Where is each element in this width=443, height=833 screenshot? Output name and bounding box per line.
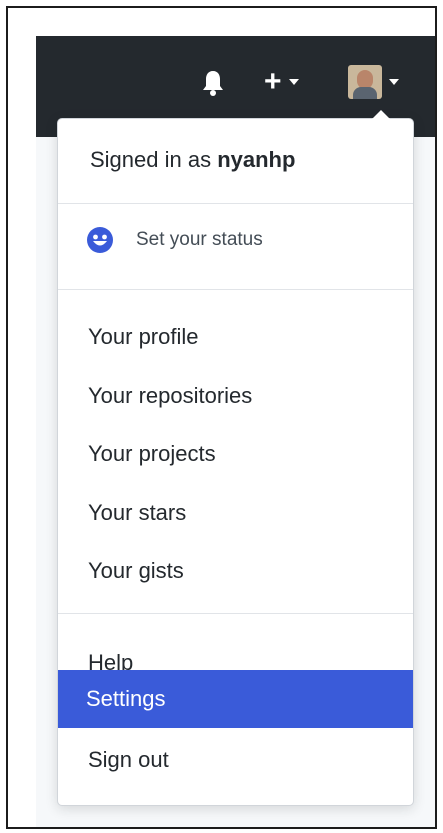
notifications-button[interactable] — [201, 69, 225, 97]
menu-item-your-repositories[interactable]: Your repositories — [58, 374, 413, 418]
chevron-down-icon — [389, 79, 399, 85]
menu-item-your-profile[interactable]: Your profile — [58, 315, 413, 359]
avatar-body — [353, 87, 377, 99]
menu-item-label: Your gists — [88, 558, 184, 583]
menu-item-your-projects[interactable]: Your projects — [58, 432, 413, 476]
menu-item-settings[interactable]: Settings — [58, 670, 413, 728]
set-status-button[interactable]: Set your status — [86, 223, 263, 257]
menu-item-sign-out[interactable]: Sign out — [58, 738, 413, 782]
bell-icon — [203, 71, 223, 96]
set-status-label: Set your status — [136, 229, 263, 250]
signed-in-prefix: Signed in as — [90, 147, 218, 172]
user-menu-button[interactable] — [348, 65, 399, 99]
smiley-icon — [87, 227, 113, 253]
divider — [58, 203, 413, 204]
menu-item-your-gists[interactable]: Your gists — [58, 549, 413, 593]
menu-item-label: Your projects — [88, 441, 216, 466]
menu-item-your-stars[interactable]: Your stars — [58, 491, 413, 535]
menu-item-label: Sign out — [88, 747, 169, 772]
menu-item-label: Your stars — [88, 500, 187, 525]
divider — [58, 289, 413, 290]
divider — [58, 613, 413, 614]
user-dropdown-menu: Signed in as nyanhp Set your status Your… — [57, 110, 414, 806]
screenshot-frame: + Signed in as nyanhp Set your status Yo… — [6, 6, 437, 829]
menu-item-label: Your repositories — [88, 383, 253, 408]
signed-in-label: Signed in as nyanhp — [90, 147, 295, 173]
menu-item-label: Your profile — [88, 324, 199, 349]
avatar — [348, 65, 382, 99]
plus-icon: + — [264, 65, 282, 98]
dropdown-pointer — [372, 110, 390, 119]
menu-item-label: Settings — [86, 686, 166, 711]
username: nyanhp — [217, 147, 296, 172]
create-new-button[interactable]: + — [264, 67, 299, 97]
chevron-down-icon — [288, 79, 299, 85]
